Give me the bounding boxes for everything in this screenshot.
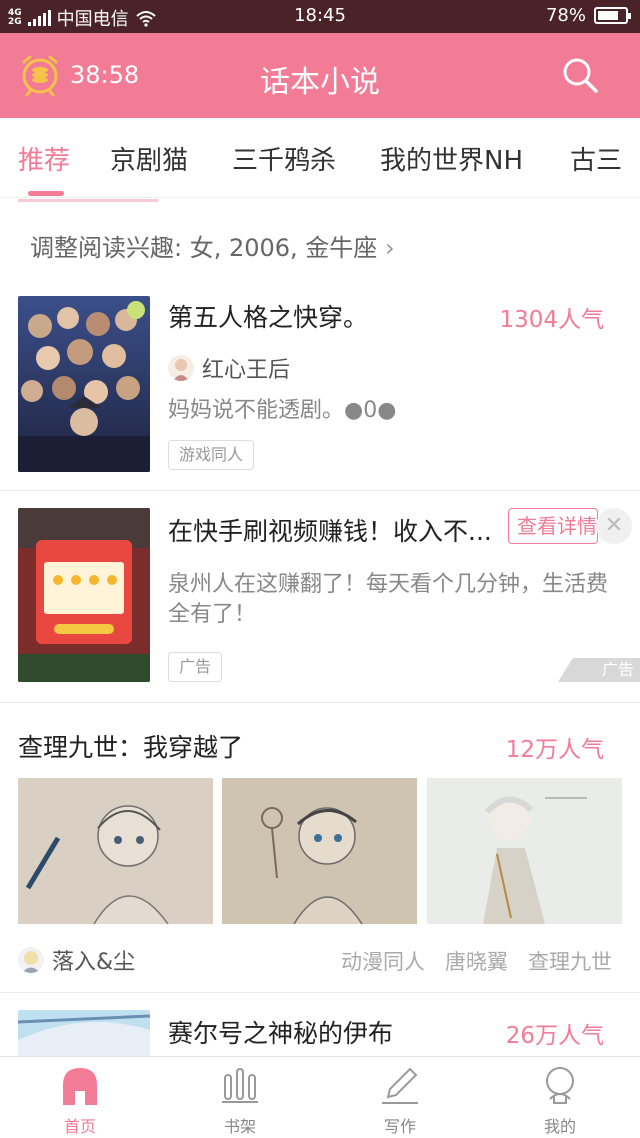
interest-setting-link[interactable]: 调整阅读兴趣: 女, 2006, 金牛座 › <box>30 228 395 263</box>
divider <box>0 702 640 703</box>
nav-bookshelf[interactable]: 书架 <box>160 1057 320 1138</box>
author-avatar <box>18 947 44 973</box>
view-details-button[interactable]: 查看详情 <box>508 508 598 544</box>
nav-label: 首页 <box>63 1117 96 1136</box>
popularity-count: 12万人气 <box>505 737 604 763</box>
ad-tag: 广告 <box>168 652 223 682</box>
novel-cover[interactable] <box>18 296 150 472</box>
user-icon <box>546 1067 574 1104</box>
feed: 调整阅读兴趣: 女, 2006, 金牛座 › 第五人格之快穿。 1304人气 红… <box>0 198 640 1056</box>
chevron-right-icon: › <box>384 234 395 262</box>
status-time: 18:45 <box>294 5 346 26</box>
author-name: 落入&尘 <box>52 950 136 975</box>
active-tab-indicator <box>28 191 64 196</box>
app-title: 话本小说 <box>260 65 380 100</box>
ad-title[interactable]: 在快手刷视频赚钱！收入不... <box>168 512 492 548</box>
tag-item[interactable]: 查理九世 <box>528 946 612 976</box>
popularity-count: 1304人气 <box>499 307 604 333</box>
tab-recommend[interactable]: 推荐 <box>18 140 70 177</box>
novel-title[interactable]: 赛尔号之神秘的伊布 <box>168 1014 393 1050</box>
pencil-icon <box>382 1067 418 1104</box>
home-icon <box>63 1068 97 1105</box>
tag-item[interactable]: 动漫同人 <box>341 946 425 976</box>
author-row[interactable]: 红心王后 <box>168 352 290 384</box>
novel-illustration[interactable] <box>18 778 213 924</box>
novel-illustration[interactable] <box>222 778 417 924</box>
battery-percent: 78% <box>545 5 586 26</box>
nav-me[interactable]: 我的 <box>480 1057 640 1138</box>
tag-item[interactable]: 唐晓翼 <box>445 946 508 976</box>
novel-tags: 动漫同人 唐晓翼 查理九世 <box>341 946 612 976</box>
novel-title[interactable]: 查理九世：我穿越了 <box>18 728 243 764</box>
battery-icon <box>594 7 631 24</box>
tab-sanqianyasha[interactable]: 三千鸦杀 <box>232 140 336 177</box>
novel-title[interactable]: 第五人格之快穿。 <box>168 298 368 334</box>
ad-description: 泉州人在这赚翻了！每天看个几分钟，生活费全有了！ <box>168 572 609 627</box>
nav-label: 我的 <box>543 1117 576 1136</box>
nav-label: 书架 <box>223 1117 256 1136</box>
tab-minecraft-nh[interactable]: 我的世界NH <box>380 140 523 177</box>
author-row[interactable]: 落入&尘 <box>18 944 135 976</box>
author-avatar <box>168 355 194 381</box>
divider <box>0 992 640 993</box>
search-icon[interactable] <box>560 55 600 95</box>
tab-gusan[interactable]: 古三 <box>570 140 622 177</box>
popularity-count: 26万人气 <box>505 1023 604 1049</box>
nav-label: 写作 <box>383 1117 416 1136</box>
tab-jingjumao[interactable]: 京剧猫 <box>110 140 188 177</box>
ad-corner-mark: 广告 <box>558 658 640 682</box>
app-header: 38:58 话本小说 <box>0 33 640 118</box>
status-bar: 4G 2G 中国电信 18:45 78% <box>0 0 640 33</box>
interest-text: 调整阅读兴趣: 女, 2006, 金牛座 <box>30 234 378 262</box>
author-name: 红心王后 <box>202 358 291 383</box>
bottom-nav: 首页 书架 写作 我的 <box>0 1056 640 1138</box>
scrolled-section-remnant <box>18 198 158 202</box>
bookshelf-icon <box>222 1068 258 1103</box>
nav-home[interactable]: 首页 <box>0 1057 160 1138</box>
category-tabs: 推荐 京剧猫 三千鸦杀 我的世界NH 古三 <box>0 118 640 198</box>
novel-cover[interactable] <box>18 1010 150 1056</box>
divider <box>0 490 640 491</box>
novel-description: 妈妈说不能透剧。●0● <box>168 398 397 423</box>
nav-write[interactable]: 写作 <box>320 1057 480 1138</box>
novel-illustration[interactable] <box>427 778 622 924</box>
ad-image[interactable] <box>18 508 150 682</box>
close-icon[interactable]: ✕ <box>596 508 632 544</box>
novel-tag[interactable]: 游戏同人 <box>168 440 255 470</box>
